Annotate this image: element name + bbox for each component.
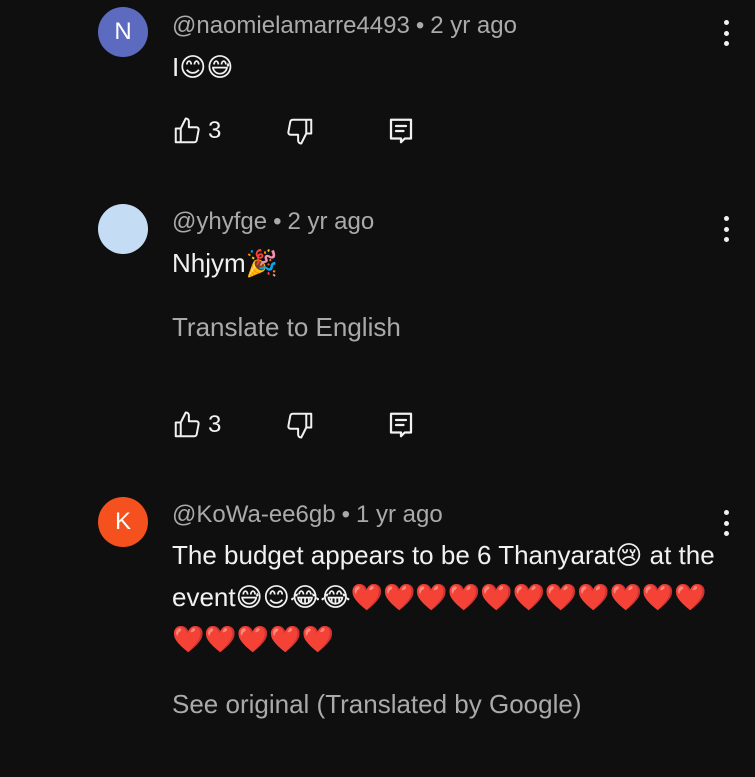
thumbs-down-icon — [287, 412, 313, 439]
avatar[interactable] — [98, 204, 148, 254]
like-count: 3 — [208, 117, 222, 144]
meta-separator: • — [273, 208, 282, 235]
author-handle[interactable]: @yhyfge — [172, 208, 267, 235]
reply-icon — [389, 118, 413, 144]
author-handle[interactable]: @naomielamarre4493 — [172, 12, 410, 39]
like-button[interactable]: 3 — [172, 407, 221, 443]
comment-meta: @yhyfge • 2 yr ago — [172, 208, 374, 236]
comment-age: 2 yr ago — [287, 208, 375, 235]
like-count: 3 — [208, 411, 222, 438]
avatar[interactable]: N — [98, 7, 148, 57]
comment-text: The budget appears to be 6 Thanyarat😢 at… — [172, 540, 715, 654]
like-button[interactable]: 3 — [172, 113, 221, 149]
reply-button[interactable] — [386, 113, 416, 149]
more-vertical-icon[interactable] — [714, 18, 738, 48]
comment-actions: 3 — [170, 113, 430, 149]
dislike-button[interactable] — [285, 407, 315, 443]
thumbs-up-icon — [174, 411, 200, 438]
thumbs-up-icon — [174, 117, 200, 144]
see-original-link[interactable]: See original (Translated by Google) — [172, 689, 581, 720]
more-vertical-icon[interactable] — [714, 214, 738, 244]
comment-actions: 3 — [170, 407, 430, 443]
reply-icon — [389, 412, 413, 438]
comment-text: Nhjym🎉 — [172, 248, 279, 278]
avatar-letter: N — [114, 18, 132, 45]
comment-age: 1 yr ago — [355, 501, 443, 528]
avatar-letter: K — [114, 508, 131, 535]
avatar[interactable]: K — [98, 497, 148, 547]
thumbs-down-icon — [287, 118, 313, 145]
comment-age: 2 yr ago — [430, 12, 517, 39]
meta-separator: • — [415, 12, 425, 39]
reply-button[interactable] — [386, 407, 416, 443]
comment-meta: @KoWa-ee6gb • 1 yr ago — [172, 501, 443, 529]
author-handle[interactable]: @KoWa-ee6gb — [172, 501, 336, 528]
comment-meta: @naomielamarre4493 • 2 yr ago — [172, 12, 517, 40]
comment-text: I😊😅 — [172, 52, 234, 82]
dislike-button[interactable] — [285, 113, 315, 149]
meta-separator: • — [341, 501, 350, 528]
translate-link[interactable]: Translate to English — [172, 312, 401, 343]
